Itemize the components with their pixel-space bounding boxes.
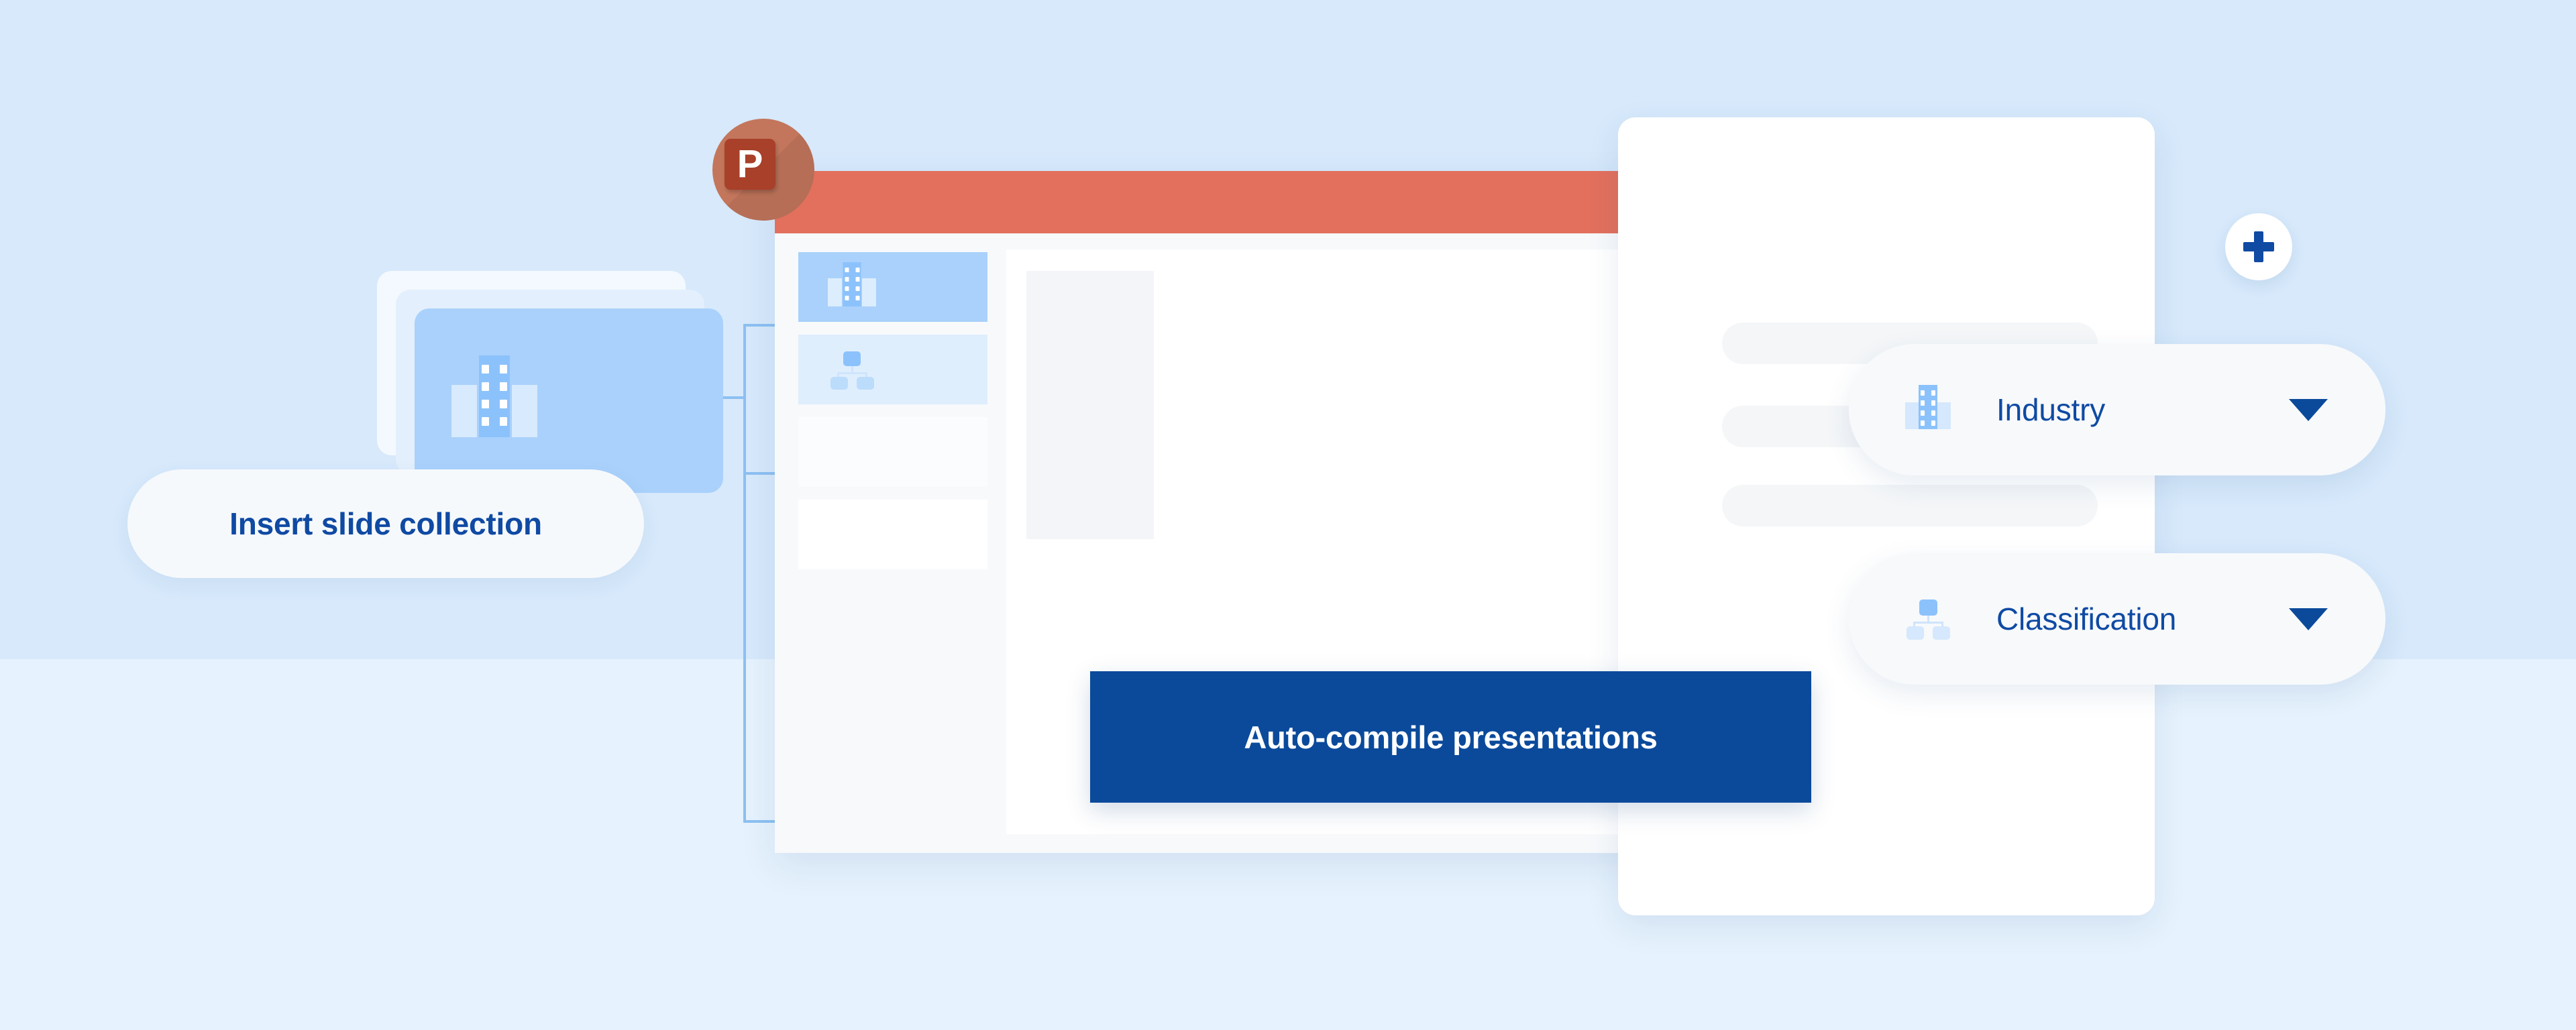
plus-icon-bar xyxy=(2243,242,2274,251)
insert-slide-collection-button[interactable]: Insert slide collection xyxy=(127,469,644,578)
panel-placeholder-row xyxy=(1722,485,2098,526)
slide-content-placeholder xyxy=(1026,271,1154,539)
powerpoint-icon: P xyxy=(712,119,814,221)
powerpoint-icon-letter: P xyxy=(724,139,775,190)
org-chart-icon xyxy=(828,351,876,390)
building-icon xyxy=(1905,385,1951,429)
slide-thumbnail-4[interactable] xyxy=(798,500,987,569)
auto-compile-presentations-button[interactable]: Auto-compile presentations xyxy=(1090,671,1811,803)
classification-dropdown-label: Classification xyxy=(1996,602,2177,636)
slide-thumbnail-3[interactable] xyxy=(798,417,987,487)
building-icon xyxy=(451,355,537,437)
org-chart-icon xyxy=(1905,599,1951,640)
connector-line-vertical xyxy=(743,324,746,823)
slide-thumbnail-rail[interactable] xyxy=(798,252,987,582)
illustration-stage: Insert slide collection P Auto-compile p… xyxy=(0,0,2576,1030)
chevron-down-icon[interactable] xyxy=(2289,608,2328,630)
industry-dropdown[interactable]: Industry xyxy=(1849,344,2385,475)
add-button[interactable] xyxy=(2225,213,2292,280)
classification-dropdown[interactable]: Classification xyxy=(1849,553,2385,685)
slide-thumbnail-2[interactable] xyxy=(798,335,987,404)
slide-thumbnail-1[interactable] xyxy=(798,252,987,322)
powerpoint-titlebar xyxy=(775,171,1687,233)
chevron-down-icon[interactable] xyxy=(2289,398,2328,421)
industry-dropdown-label: Industry xyxy=(1996,392,2106,427)
building-icon xyxy=(828,262,876,306)
stack-card-front[interactable] xyxy=(415,308,723,493)
